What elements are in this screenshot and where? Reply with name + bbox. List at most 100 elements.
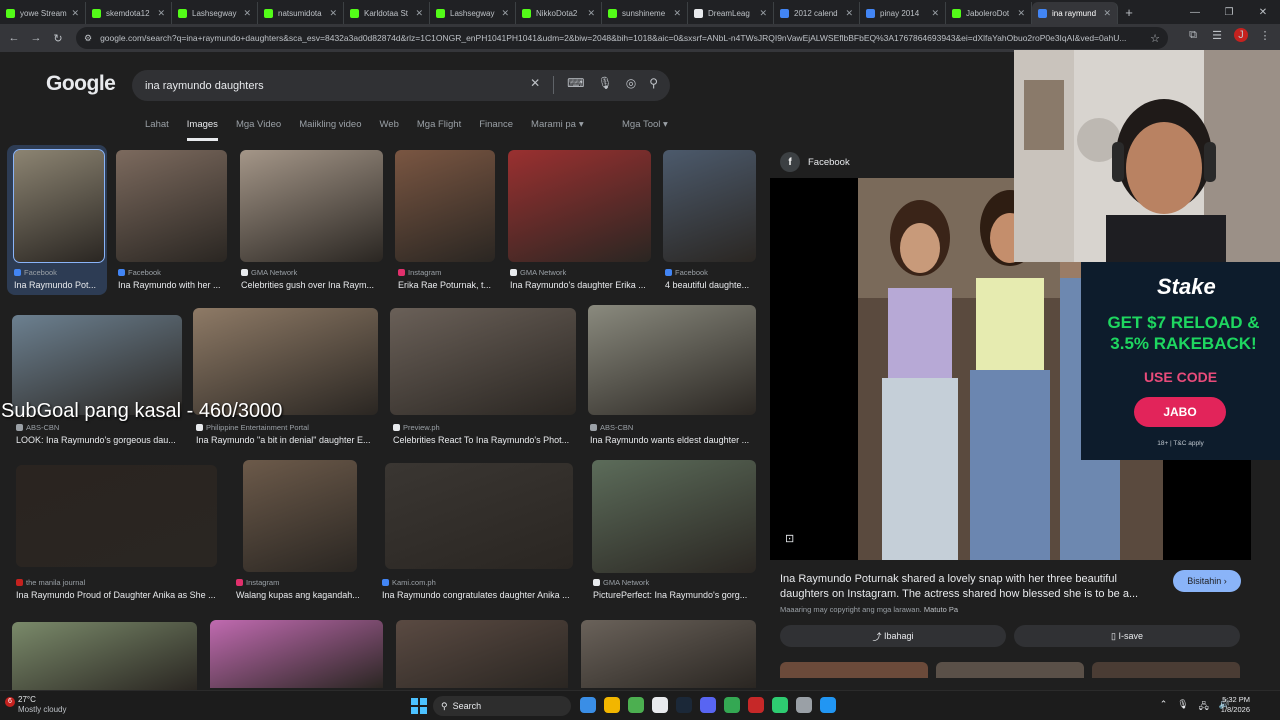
search-input[interactable]: ina raymundo daughters ✕ ⌨ 🎙 ◎ ⚲ xyxy=(132,70,670,101)
tab-close-icon[interactable]: ✕ xyxy=(329,8,337,19)
chevron-up-icon[interactable]: ⌃ xyxy=(1160,699,1168,715)
reload-icon[interactable]: ↻ xyxy=(47,32,69,45)
weather-widget[interactable]: 27°C Mostly cloudy xyxy=(18,695,66,715)
result-caption[interactable]: PicturePerfect: Ina Raymundo's gorg... xyxy=(593,590,753,600)
result-thumbnail[interactable] xyxy=(581,620,756,688)
browser-tab[interactable]: natsumidota ✕ xyxy=(258,2,344,24)
search-tab[interactable]: Finance xyxy=(479,119,513,141)
result-thumbnail[interactable] xyxy=(588,305,756,415)
new-tab-button[interactable]: + xyxy=(1118,5,1140,20)
result-source[interactable]: Facebook xyxy=(14,268,57,277)
preview-title[interactable]: Ina Raymundo Poturnak shared a lovely sn… xyxy=(780,572,1165,602)
result-thumbnail[interactable] xyxy=(116,150,227,262)
tab-close-icon[interactable]: ✕ xyxy=(157,8,165,19)
back-icon[interactable]: ← xyxy=(3,32,25,44)
result-caption[interactable]: Ina Raymundo with her ... xyxy=(118,280,228,290)
related-image[interactable] xyxy=(780,662,928,678)
taskbar-app-icon[interactable] xyxy=(724,697,740,713)
search-tab[interactable]: Lahat xyxy=(145,119,169,141)
share-button[interactable]: ⤴ Ibahagi xyxy=(780,625,1006,647)
browser-tab[interactable]: Lashsegway ✕ xyxy=(172,2,258,24)
result-source[interactable]: GMA Network xyxy=(241,268,297,277)
taskbar-app-icon[interactable] xyxy=(604,697,620,713)
tab-close-icon[interactable]: ✕ xyxy=(845,8,853,19)
result-source[interactable]: ABS-CBN xyxy=(590,423,633,432)
result-caption[interactable]: Ina Raymundo "a bit in denial" daughter … xyxy=(196,435,376,445)
preview-source[interactable]: f Facebook xyxy=(780,152,850,172)
result-source[interactable]: Facebook xyxy=(665,268,708,277)
taskbar-app-icon[interactable] xyxy=(748,697,764,713)
browser-tab[interactable]: pinay 2014 ✕ xyxy=(860,2,946,24)
result-caption[interactable]: Celebrities React To Ina Raymundo's Phot… xyxy=(393,435,575,445)
result-source[interactable]: GMA Network xyxy=(593,578,649,587)
result-thumbnail[interactable] xyxy=(385,463,573,569)
windows-start-icon[interactable] xyxy=(410,697,428,715)
result-thumbnail[interactable] xyxy=(390,308,576,415)
result-source[interactable]: Instagram xyxy=(236,578,279,587)
learn-more-link[interactable]: Matuto Pa xyxy=(924,605,958,614)
network-icon[interactable]: 🖧 xyxy=(1199,699,1209,715)
related-image[interactable] xyxy=(936,662,1084,678)
bookmark-star-icon[interactable]: ☆ xyxy=(1150,32,1160,45)
taskbar-app-icon[interactable] xyxy=(820,697,836,713)
result-thumbnail[interactable] xyxy=(396,620,568,688)
visual-search-icon[interactable]: ⊡ xyxy=(785,532,794,545)
result-caption[interactable]: Ina Raymundo Pot... xyxy=(14,280,102,290)
search-tab[interactable]: Maiikling video xyxy=(299,119,361,141)
taskbar-app-icon[interactable] xyxy=(676,697,692,713)
browser-tab[interactable]: ina raymund ✕ xyxy=(1032,2,1118,24)
browser-tab[interactable]: Karldotaa St ✕ xyxy=(344,2,430,24)
taskbar-app-icon[interactable] xyxy=(628,697,644,713)
tab-close-icon[interactable]: ✕ xyxy=(1017,8,1025,19)
search-tab[interactable]: Mga Video xyxy=(236,119,281,141)
browser-tab[interactable]: DreamLeag ✕ xyxy=(688,2,774,24)
browser-tab[interactable]: NikkoDota2 ✕ xyxy=(516,2,602,24)
result-caption[interactable]: Ina Raymundo's daughter Erika ... xyxy=(510,280,650,290)
google-logo[interactable]: Google xyxy=(46,72,116,96)
result-source[interactable]: Philippine Entertainment Portal xyxy=(196,423,309,432)
result-thumbnail[interactable] xyxy=(13,149,105,263)
tab-close-icon[interactable]: ✕ xyxy=(415,8,423,19)
tab-close-icon[interactable]: ✕ xyxy=(243,8,251,19)
forward-icon[interactable]: → xyxy=(25,32,47,44)
lens-icon[interactable]: ◎ xyxy=(626,76,636,94)
ad-code-button[interactable]: JABO xyxy=(1134,397,1226,427)
tools-menu[interactable]: Mga Tool ▾ xyxy=(622,119,668,130)
result-caption[interactable]: Ina Raymundo congratulates daughter Anik… xyxy=(382,590,572,600)
microphone-icon[interactable]: 🎙 xyxy=(1177,699,1188,715)
result-caption[interactable]: Ina Raymundo Proud of Daughter Anika as … xyxy=(16,590,216,600)
result-source[interactable]: Kami.com.ph xyxy=(382,578,436,587)
visit-button[interactable]: Bisitahin › xyxy=(1173,570,1241,592)
search-icon[interactable]: ⚲ xyxy=(649,76,658,94)
result-source[interactable]: Facebook xyxy=(118,268,161,277)
result-source[interactable]: Preview.ph xyxy=(393,423,440,432)
result-thumbnail[interactable] xyxy=(508,150,651,262)
browser-tab[interactable]: yowe Stream ✕ xyxy=(0,2,86,24)
result-thumbnail[interactable] xyxy=(210,620,383,688)
result-thumbnail[interactable] xyxy=(395,150,495,262)
extensions-icon[interactable]: ⧉ xyxy=(1186,29,1200,42)
tab-close-icon[interactable]: ✕ xyxy=(759,8,767,19)
tab-close-icon[interactable]: ✕ xyxy=(931,8,939,19)
tab-close-icon[interactable]: ✕ xyxy=(501,8,509,19)
clear-icon[interactable]: ✕ xyxy=(530,76,540,94)
search-tab[interactable]: Marami pa xyxy=(531,119,576,141)
result-thumbnail[interactable] xyxy=(243,460,357,572)
result-thumbnail[interactable] xyxy=(240,150,383,262)
profile-avatar[interactable]: J xyxy=(1234,28,1248,42)
taskbar-app-icon[interactable] xyxy=(580,697,596,713)
taskbar-app-icon[interactable] xyxy=(772,697,788,713)
tab-close-icon[interactable]: ✕ xyxy=(1103,8,1111,19)
browser-tab[interactable]: sunshineme ✕ xyxy=(602,2,688,24)
save-button[interactable]: ▯ I-save xyxy=(1014,625,1240,647)
search-tab[interactable]: Web xyxy=(380,119,399,141)
result-thumbnail[interactable] xyxy=(12,622,197,690)
result-source[interactable]: GMA Network xyxy=(510,268,566,277)
result-source[interactable]: the manila journal xyxy=(16,578,85,587)
menu-icon[interactable]: ⋮ xyxy=(1258,29,1272,42)
result-thumbnail[interactable] xyxy=(193,308,378,415)
clock[interactable]: 5:32 PM 1/8/2026 xyxy=(1221,695,1250,715)
search-tab[interactable]: Images xyxy=(186,119,218,141)
microphone-icon[interactable]: 🎙 xyxy=(597,76,612,94)
close-window-icon[interactable]: ✕ xyxy=(1246,7,1280,18)
